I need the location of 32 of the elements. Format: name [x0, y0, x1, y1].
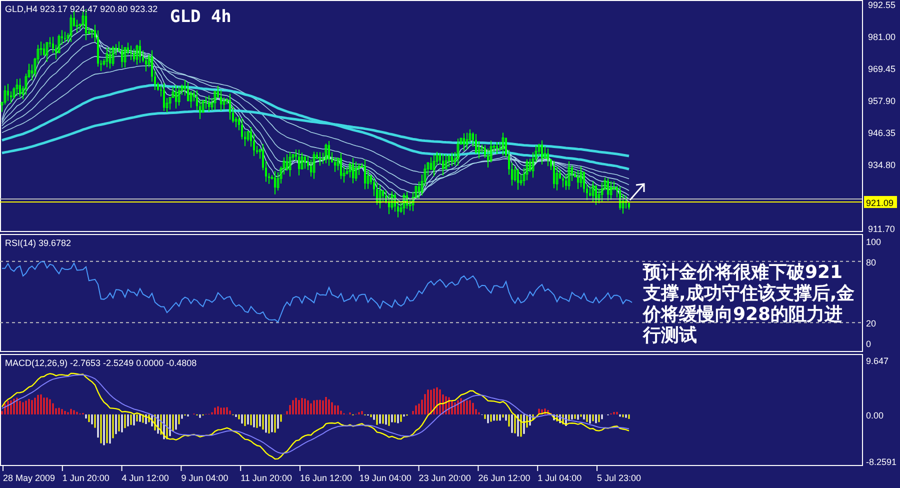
current-price-label: 921.09 — [864, 196, 897, 208]
time-axis-label: 9 Jun 04:00 — [181, 473, 228, 483]
time-axis-label: 5 Jul 23:00 — [597, 473, 642, 483]
arrow-drawing — [629, 183, 645, 201]
time-axis-label: 4 Jun 12:00 — [122, 473, 169, 483]
rsi-axis-label: 20 — [866, 318, 876, 329]
chart-header: GLD,H4 923.17 924.47 920.80 923.32 — [5, 4, 158, 14]
macd-axis-label: 9.647 — [866, 356, 889, 366]
chart-annotation: GLD 4h — [170, 7, 232, 27]
analysis-comment: 预计金价将很难下破921支撑,成功守住该支撑后,金价将缓慢向928的阻力进行测试 — [643, 262, 856, 346]
price-axis-label: 911.70 — [868, 224, 895, 234]
macd-header: MACD(12,26,9) -2.7653 -2.5249 0.0000 -0.4808 — [5, 358, 197, 368]
time-axis-label: 23 Jun 20:00 — [418, 473, 471, 483]
time-axis-label: 1 Jul 04:00 — [538, 473, 582, 483]
time-axis-label: 28 May 2009 — [3, 473, 56, 483]
rsi-axis-label: 0 — [866, 339, 872, 349]
price-axis-label: 992.55 — [868, 0, 896, 10]
rsi-axis-label: 80 — [866, 257, 876, 268]
macd-axis-label: 0.00 — [866, 410, 884, 420]
time-axis-label: 11 Jun 20:00 — [240, 473, 292, 483]
macd-axis-label: -8.2591 — [866, 457, 897, 467]
rsi-header: RSI(14) 39.6782 — [5, 238, 72, 248]
price-axis-label: 981.00 — [868, 32, 896, 42]
price-axis-label: 969.45 — [868, 64, 896, 74]
time-axis-label: 16 Jun 12:00 — [300, 473, 352, 483]
time-axis-label: 26 Jun 12:00 — [478, 473, 530, 483]
time-axis-label: 1 Jun 20:00 — [62, 473, 110, 483]
price-axis-label: 957.90 — [868, 96, 896, 106]
time-axis-label: 19 Jun 04:00 — [359, 473, 412, 483]
rsi-axis-label: 100 — [866, 237, 882, 247]
price-axis-label: 946.35 — [868, 128, 896, 138]
price-axis-label: 934.80 — [868, 160, 896, 170]
